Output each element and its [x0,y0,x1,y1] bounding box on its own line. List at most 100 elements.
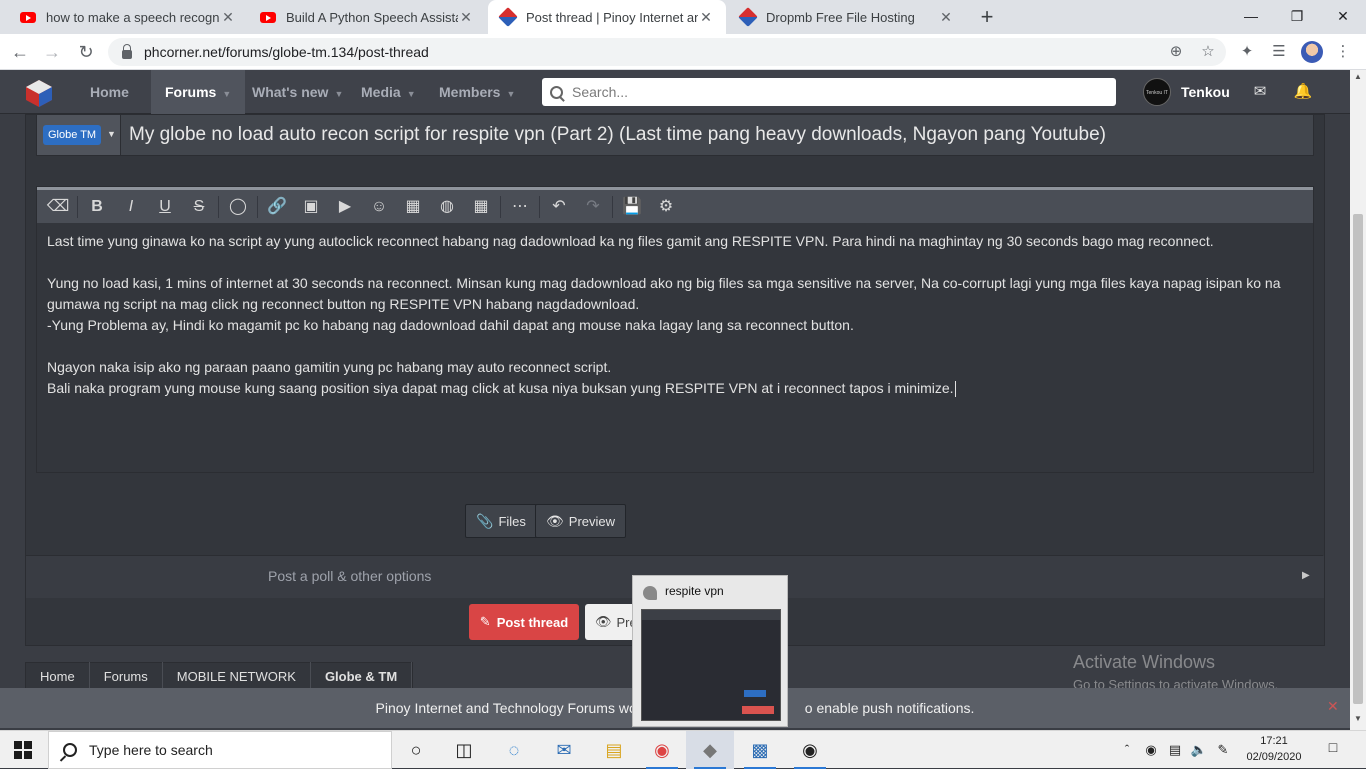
action-center-icon[interactable]: □ [1322,739,1344,759]
reload-button[interactable]: ↻ [74,40,98,64]
maximize-button[interactable]: ❐ [1274,0,1320,34]
underline-icon[interactable]: U [148,193,182,221]
tab-title: Build A Python Speech Assistant [286,9,458,25]
edge-icon[interactable]: ◌ [490,731,538,769]
show-hidden-icons-icon[interactable]: ˆ [1116,731,1138,769]
username-link[interactable]: Tenkou [1181,70,1230,114]
respite-vpn-icon [643,586,657,600]
chevron-down-icon[interactable]: ▼ [222,89,231,99]
scroll-up-icon[interactable]: ▲ [1350,70,1366,84]
tray-app-icon[interactable]: ◉ [1140,731,1162,769]
thread-title-input[interactable]: My globe no load auto recon script for r… [129,115,1106,155]
close-tab-icon[interactable]: ✕ [220,9,236,26]
url-text: phcorner.net/forums/globe-tm.134/post-th… [144,44,429,60]
pen-icon[interactable]: ✎ [1212,731,1234,769]
new-tab-button[interactable]: + [975,6,999,28]
bookmark-star-icon[interactable]: ☆ [1198,42,1218,62]
taskbar-thumbnail-preview[interactable]: respite vpn [632,575,788,727]
image-icon[interactable]: ▣ [294,193,328,221]
address-bar[interactable]: phcorner.net/forums/globe-tm.134/post-th… [108,38,1226,66]
mail-icon[interactable]: ✉ [540,731,588,769]
chevron-down-icon[interactable]: ▼ [407,89,416,99]
browser-tab-strip: how to make a speech recognitic ✕ Build … [0,0,1366,34]
browser-tab-2[interactable]: Build A Python Speech Assistant ✕ [248,0,486,34]
hide-icon[interactable]: ◍ [430,193,464,221]
smilie-icon[interactable]: ☺ [362,193,396,221]
cortana-icon[interactable]: ○ [392,731,440,769]
drafts-icon[interactable]: 💾 [615,193,649,221]
nav-media[interactable]: Media ▼ [347,70,430,114]
user-avatar[interactable]: Tenkou IT [1143,78,1171,106]
italic-icon[interactable]: I [114,193,148,221]
site-search-input[interactable]: Search... [542,78,1116,106]
nav-forums[interactable]: Forums ▼ [151,70,246,114]
task-view-icon[interactable]: ◫ [440,731,488,769]
chevron-right-icon: ▶ [1302,570,1310,581]
close-tab-icon[interactable]: ✕ [938,9,954,26]
close-icon[interactable]: ✕ [1327,688,1339,724]
poll-options-label: Post a poll & other options [268,568,432,584]
extensions-icon[interactable]: ✦ [1236,41,1258,63]
chrome-icon[interactable]: ◉ [638,731,686,769]
activate-windows-title: Activate Windows [1073,652,1216,672]
bold-icon[interactable]: B [80,193,114,221]
eye-icon: 👁 [546,512,564,529]
file-explorer-icon[interactable]: ▤ [590,731,638,769]
media-control-icon[interactable]: ☰ [1268,41,1290,63]
post-thread-button[interactable]: ✎ Post thread [469,604,579,640]
browser-tab-1[interactable]: how to make a speech recognitic ✕ [8,0,248,34]
media-icon[interactable]: ▶ [328,193,362,221]
obs-icon[interactable]: ◉ [786,731,834,769]
editor-content[interactable]: Last time yung ginawa ko na script ay yu… [47,231,1297,399]
app-window-icon[interactable]: ▩ [736,731,784,769]
browser-tab-4[interactable]: Dropmb Free File Hosting ✕ [728,0,966,34]
network-icon[interactable]: ▤ [1164,731,1186,769]
close-window-button[interactable]: ✕ [1320,0,1366,34]
system-clock[interactable]: 17:21 02/09/2020 [1246,733,1302,765]
add-icon[interactable]: ⊕ [1166,42,1186,62]
page-scrollbar[interactable]: ▲ ▼ [1350,70,1366,730]
more-options-icon[interactable]: ⋯ [503,193,537,221]
nav-home[interactable]: Home [76,70,143,114]
pencil-icon: ✎ [479,614,491,629]
close-tab-icon[interactable]: ✕ [458,9,474,26]
chevron-down-icon[interactable]: ▼ [107,129,116,139]
chevron-down-icon[interactable]: ▼ [334,89,343,99]
chevron-down-icon[interactable]: ▼ [506,89,515,99]
post-thread-label: Post thread [496,614,569,630]
eraser-icon[interactable]: ⌫ [41,193,75,221]
respite-vpn-taskbar-icon[interactable]: ◆ [686,731,734,769]
browser-tab-3[interactable]: Post thread | Pinoy Internet and T ✕ [488,0,726,34]
settings-gear-icon[interactable]: ⚙ [649,193,683,221]
site-nav-bar: Home Forums ▼ What's new ▼ Media ▼ Members ▼… [0,70,1350,114]
taskbar-search-box[interactable]: Type here to search [48,731,392,769]
redo-icon[interactable]: ↷ [576,193,610,221]
dropmb-icon [738,7,758,27]
text-color-icon[interactable]: ◯ [221,193,255,221]
profile-avatar[interactable] [1301,41,1323,63]
link-icon[interactable]: 🔗 [260,193,294,221]
inbox-icon[interactable]: ✉ [1250,82,1270,102]
windows-start-icon[interactable] [14,741,32,759]
attach-files-button[interactable]: 📎 Files [465,504,537,538]
scroll-down-icon[interactable]: ▼ [1350,712,1366,726]
undo-icon[interactable]: ↶ [542,193,576,221]
paperclip-icon: 📎 [476,512,494,529]
bell-icon[interactable]: 🔔 [1293,82,1313,102]
back-button[interactable]: ← [8,40,32,64]
site-logo[interactable] [24,78,54,108]
preview-button[interactable]: 👁 Preview [535,504,627,538]
volume-icon[interactable]: 🔈 [1188,731,1210,769]
nav-whats-new[interactable]: What's new ▼ [238,70,357,114]
nav-members[interactable]: Members ▼ [425,70,529,114]
forward-button[interactable]: → [40,40,64,64]
gif-icon[interactable]: ▦ [396,193,430,221]
editor-line: gumawa ng script na mag click ng reconne… [47,296,640,312]
prefix-selector[interactable]: Globe TM ▼ [37,115,121,155]
minimize-button[interactable]: — [1228,0,1274,34]
scrollbar-thumb[interactable] [1353,214,1363,704]
strikethrough-icon[interactable]: S [182,193,216,221]
table-icon[interactable]: ▦ [464,193,498,221]
close-tab-icon[interactable]: ✕ [698,9,714,26]
menu-kebab-icon[interactable]: ⋮ [1332,41,1354,63]
